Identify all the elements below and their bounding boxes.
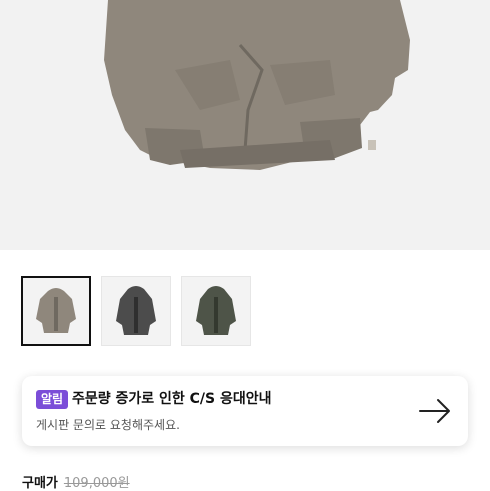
hoodie-image xyxy=(104,0,410,170)
hoodie-thumbnail-beige-icon xyxy=(36,288,76,333)
price-row: 구매가 109,000원 xyxy=(22,472,130,491)
arrow-right-icon[interactable] xyxy=(418,397,452,425)
hoodie-thumbnail-olive-icon xyxy=(196,286,236,335)
thumbnail-2[interactable] xyxy=(101,276,171,346)
notice-badge: 알림 xyxy=(36,390,69,409)
thumbnail-3[interactable] xyxy=(181,276,251,346)
notice-title: 주문량 증가로 인한 C/S 응대안내 xyxy=(72,391,272,407)
thumbnail-gallery xyxy=(21,276,251,346)
product-main-image[interactable] xyxy=(0,0,490,250)
original-price: 109,000원 xyxy=(63,476,130,491)
notice-subtitle: 게시판 문의로 요청해주세요. xyxy=(36,418,180,432)
hoodie-thumbnail-charcoal-icon xyxy=(116,286,156,335)
cs-notice-banner[interactable]: 알림 주문량 증가로 인한 C/S 응대안내 게시판 문의로 요청해주세요. xyxy=(22,376,468,446)
price-label: 구매가 xyxy=(22,476,58,491)
thumbnail-1[interactable] xyxy=(21,276,91,346)
